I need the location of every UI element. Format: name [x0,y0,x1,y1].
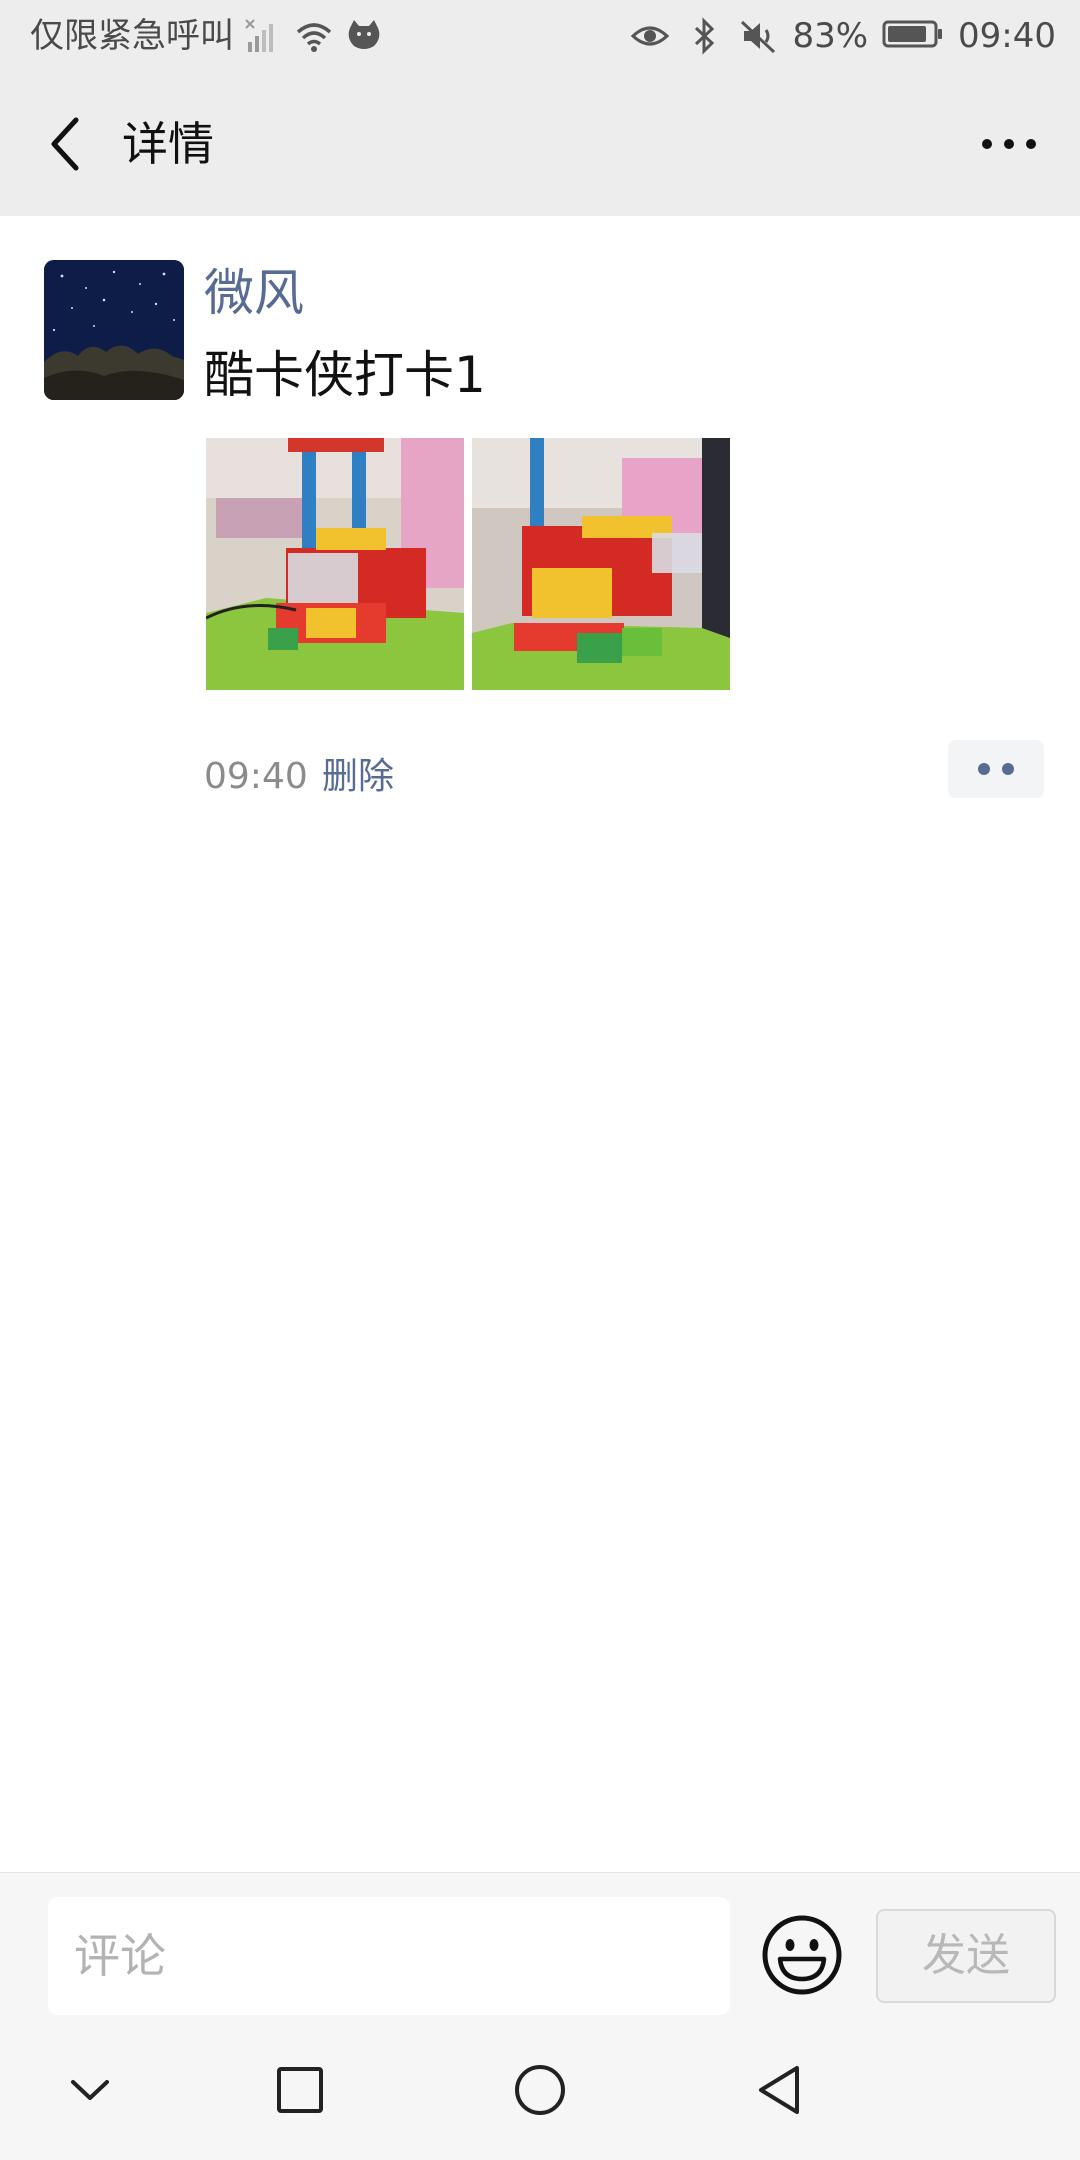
comment-input[interactable] [48,1897,730,2015]
page-title: 详情 [122,117,214,171]
wifi-icon [294,16,334,56]
battery-percent: 83% [792,16,869,56]
post-text: 酷卡侠打卡1 [204,346,486,404]
nav-back-button[interactable] [738,2048,822,2132]
back-button[interactable] [36,112,96,176]
emoji-icon [762,1915,842,1995]
carrier-text: 仅限紧急呼叫 [30,16,234,56]
post-author[interactable]: 微风 [204,260,304,326]
chevron-down-icon [71,2080,109,2100]
send-button[interactable]: 发送 [876,1909,1056,2003]
comment-bar: 发送 [0,1872,1080,2021]
circle-icon [515,2065,565,2115]
lego-photo-2 [472,438,730,690]
dot-icon [978,763,990,775]
post-photo-1[interactable] [206,438,464,690]
no-signal-icon [244,16,284,56]
battery-icon [882,14,944,58]
nav-home-button[interactable] [498,2048,582,2132]
comment-like-button[interactable] [948,740,1044,798]
mute-icon [738,16,778,56]
cat-icon [344,16,384,56]
square-icon [277,2067,323,2113]
starry-night-avatar-image [44,260,184,400]
avatar[interactable] [44,260,184,400]
system-nav-bar [0,2020,1080,2160]
title-bar: 详情 [0,72,1080,216]
post-time: 09:40 [204,756,308,797]
triangle-back-icon [759,2066,799,2114]
nav-recents-button[interactable] [258,2048,342,2132]
delete-link[interactable]: 删除 [322,752,394,802]
lego-photo-1 [206,438,464,690]
more-button[interactable] [974,112,1044,176]
status-left: 仅限紧急呼叫 [30,14,384,58]
more-icon [982,139,1036,149]
eye-icon [630,16,670,56]
emoji-button[interactable] [760,1913,844,1997]
dot-icon [1002,763,1014,775]
back-arrow-icon [51,117,79,171]
status-bar: 仅限紧急呼叫 83% 09:40 [0,0,1080,72]
status-time: 09:40 [958,16,1056,56]
nav-hide-keyboard-button[interactable] [48,2048,132,2132]
status-right: 83% 09:40 [630,14,1056,58]
bluetooth-icon [684,16,724,56]
post-photo-2[interactable] [472,438,730,690]
